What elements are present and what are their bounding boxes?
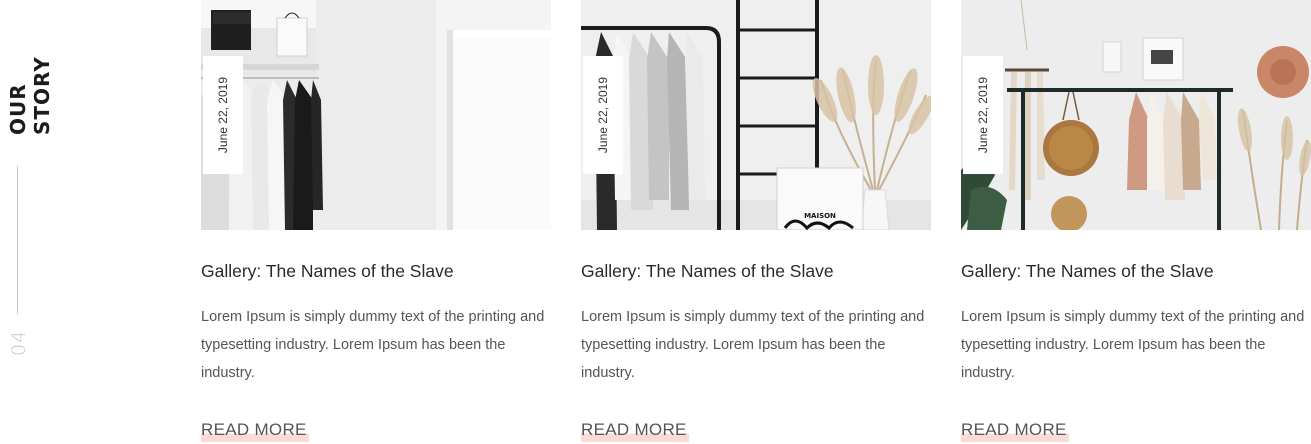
- card-title[interactable]: Gallery: The Names of the Slave: [961, 261, 1311, 282]
- print-label: MAISON: [804, 212, 836, 220]
- read-more-link[interactable]: READ MORE: [201, 420, 309, 442]
- card-image-closet[interactable]: June 22, 2019: [201, 0, 551, 230]
- read-more-link[interactable]: READ MORE: [961, 420, 1069, 442]
- date-tag: June 22, 2019: [203, 56, 243, 174]
- post-date: June 22, 2019: [216, 76, 230, 154]
- date-tag: June 22, 2019: [963, 56, 1003, 174]
- rack-image: MAISON: [581, 0, 931, 230]
- post-date: June 22, 2019: [976, 76, 990, 154]
- card-title[interactable]: Gallery: The Names of the Slave: [581, 261, 931, 282]
- read-more-link[interactable]: READ MORE: [581, 420, 689, 442]
- card-excerpt: Lorem Ipsum is simply dummy text of the …: [201, 309, 545, 381]
- card-image-boho-rack[interactable]: June 22, 2019: [961, 0, 1311, 230]
- card-excerpt: Lorem Ipsum is simply dummy text of the …: [581, 309, 925, 381]
- section-title: OUR STORY: [6, 56, 54, 135]
- card-title[interactable]: Gallery: The Names of the Slave: [201, 261, 551, 282]
- section-divider: [17, 166, 18, 314]
- blog-card: June 22, 2019 Gallery: The Names of the …: [201, 0, 551, 444]
- blog-card: MAISON June 22, 2019 Gallery: The Names …: [581, 0, 931, 444]
- section-number: 04: [8, 329, 30, 356]
- card-image-rack[interactable]: MAISON June 22, 2019: [581, 0, 931, 230]
- closet-image: [201, 0, 551, 230]
- card-excerpt: Lorem Ipsum is simply dummy text of the …: [961, 309, 1305, 381]
- post-date: June 22, 2019: [596, 76, 610, 154]
- blog-card: June 22, 2019 Gallery: The Names of the …: [961, 0, 1311, 444]
- boho-rack-image: [961, 0, 1311, 230]
- date-tag: June 22, 2019: [583, 56, 623, 174]
